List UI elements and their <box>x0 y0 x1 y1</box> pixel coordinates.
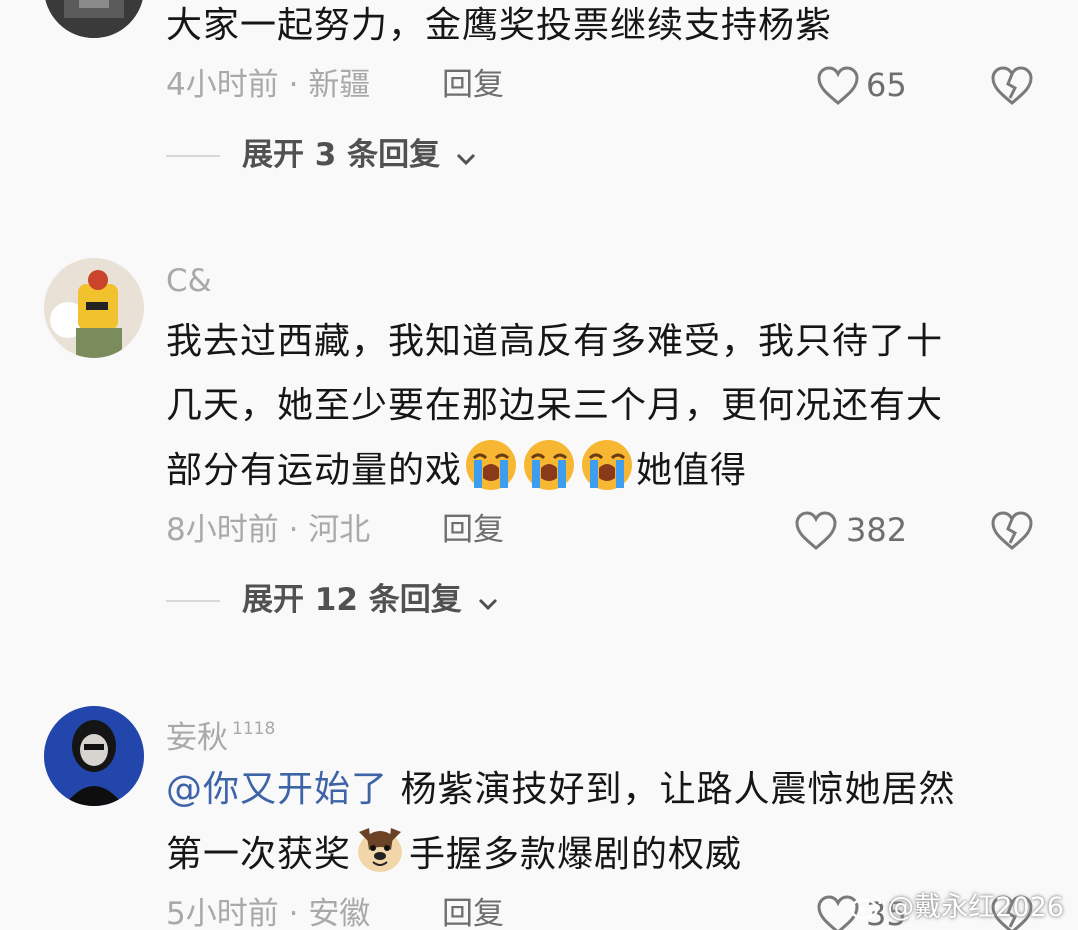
avatar[interactable] <box>44 706 144 806</box>
comment-feed: 大家一起努力，金鹰奖投票继续支持杨紫 4小时前 · 新疆 回复 65 展开 3 … <box>0 0 1078 930</box>
comment-text: 我去过西藏，我知道高反有多难受，我只待了十 几天，她至少要在那边呆三个月，更何况… <box>166 310 1046 503</box>
comment-text: 大家一起努力，金鹰奖投票继续支持杨紫 <box>166 5 833 46</box>
comment-line: 部分有运动量的戏 她值得 <box>166 438 1046 503</box>
comment-time: 5小时前 <box>166 896 279 930</box>
comment-line: @你又开始了 杨紫演技好到，让路人震惊她居然 <box>166 769 956 810</box>
divider-line <box>166 600 220 602</box>
broken-heart-icon[interactable] <box>990 511 1034 551</box>
comment-location: 河北 <box>308 512 371 548</box>
loudly-crying-face-icon <box>582 440 633 490</box>
comment-time: 4小时前 <box>166 67 279 103</box>
reply-button[interactable]: 回复 <box>442 62 504 108</box>
like-group: 65 <box>816 62 1046 108</box>
broken-heart-icon[interactable] <box>990 66 1034 106</box>
loudly-crying-face-icon <box>524 440 575 490</box>
chevron-down-icon <box>456 153 476 166</box>
comment-line: 第一次获奖 手握多款爆剧的权威 <box>166 822 1046 887</box>
divider-line <box>166 155 220 157</box>
meta-separator: · <box>288 512 299 548</box>
comment-text: @你又开始了 杨紫演技好到，让路人震惊她居然 第一次获奖 手握多款爆剧的权威 <box>166 758 1046 887</box>
avatar[interactable] <box>44 0 144 38</box>
meta-separator: · <box>288 896 299 930</box>
loudly-crying-face-icon <box>466 440 517 490</box>
watermark: @戴永红2026 <box>849 885 1064 924</box>
comment-time: 8小时前 <box>166 512 279 548</box>
heart-icon[interactable] <box>816 66 860 106</box>
weibo-logo-icon <box>850 894 882 920</box>
expand-replies-button[interactable]: 展开 12 条回复 <box>166 575 1046 625</box>
reply-button[interactable]: 回复 <box>442 507 504 553</box>
dog-face-sticker-icon <box>358 828 403 872</box>
comment-line: 我去过西藏，我知道高反有多难受，我只待了十 <box>166 321 944 362</box>
meta-separator: · <box>288 67 299 103</box>
expand-label: 展开 12 条回复 <box>242 582 462 618</box>
comment-location: 安徽 <box>308 896 371 930</box>
username[interactable]: 妄秋 1118 <box>166 708 1046 756</box>
comment-location: 新疆 <box>308 67 371 103</box>
expand-replies-button[interactable]: 展开 3 条回复 <box>166 130 1046 180</box>
comment-meta: 8小时前 · 河北 回复 382 <box>166 507 1046 553</box>
comment-line: 几天，她至少要在那边呆三个月，更何况还有大 <box>166 385 944 426</box>
like-group: 382 <box>795 507 1046 553</box>
avatar[interactable] <box>44 258 144 358</box>
like-count: 382 <box>846 511 908 549</box>
expand-label: 展开 3 条回复 <box>242 137 441 173</box>
chevron-down-icon <box>478 598 497 611</box>
like-count: 65 <box>866 66 907 104</box>
username[interactable]: C& <box>166 260 1046 302</box>
mention-link[interactable]: @你又开始了 <box>166 769 388 810</box>
user-level-badge: 1118 <box>232 719 276 739</box>
reply-button[interactable]: 回复 <box>442 891 504 930</box>
heart-icon[interactable] <box>794 511 838 551</box>
comment-meta: 4小时前 · 新疆 回复 65 <box>166 62 1046 108</box>
